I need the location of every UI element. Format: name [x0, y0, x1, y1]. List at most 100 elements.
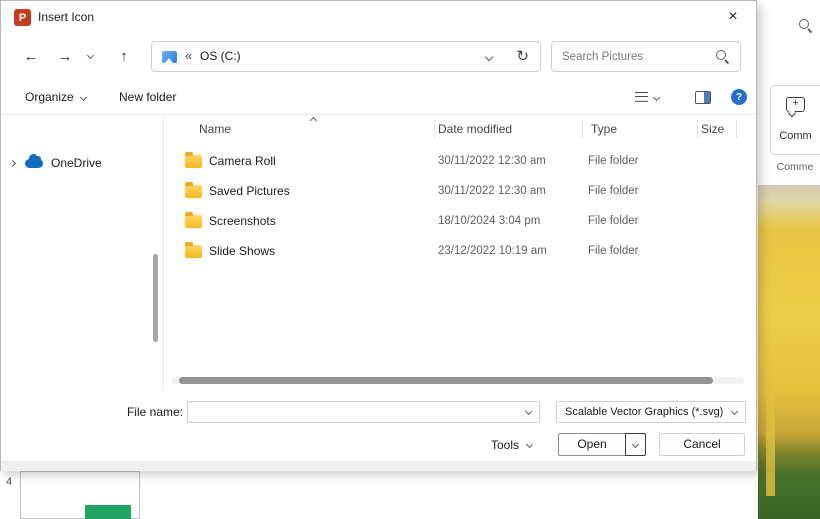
- chevron-down-icon: [79, 93, 87, 101]
- file-name-input[interactable]: [188, 402, 518, 422]
- file-date: 30/11/2022 12:30 am: [438, 155, 546, 167]
- search-icon: [716, 50, 730, 64]
- close-button[interactable]: ×: [710, 1, 756, 33]
- close-icon: ×: [728, 8, 738, 25]
- file-date: 18/10/2024 3:04 pm: [438, 215, 541, 227]
- folder-icon: [185, 212, 202, 228]
- dialog-bottom-strip: [1, 461, 756, 471]
- dialog-title: Insert Icon: [38, 10, 95, 24]
- column-divider: [736, 120, 737, 138]
- sidebar-item-onedrive[interactable]: OneDrive: [1, 151, 163, 175]
- refresh-icon[interactable]: ↻: [516, 46, 529, 68]
- file-row[interactable]: Camera Roll 30/11/2022 12:30 am File fol…: [165, 146, 758, 176]
- file-type-select[interactable]: Scalable Vector Graphics (*.svg): [556, 401, 746, 423]
- command-bar: Organize New folder ?: [1, 80, 756, 115]
- file-list: Name Date modified Type Size Camera Roll…: [165, 115, 758, 391]
- folder-icon: [185, 242, 202, 258]
- chevron-down-icon: [652, 93, 661, 101]
- dialog-body: OneDrive Name Date modified Type Size Ca…: [1, 115, 756, 391]
- navigation-pane: OneDrive: [1, 115, 164, 391]
- file-date: 23/12/2022 10:19 am: [438, 245, 547, 257]
- navigation-bar: ← → ↑ « OS (C:) ↻: [1, 33, 756, 80]
- new-comment-button[interactable]: Comm: [770, 85, 820, 155]
- ribbon-background: Comm Comme: [758, 0, 820, 519]
- folder-icon: [185, 152, 202, 168]
- file-name-dropdown-chevron[interactable]: [524, 407, 533, 416]
- tools-menu[interactable]: Tools: [491, 433, 534, 456]
- column-divider: [697, 120, 698, 138]
- slide-thumbnail[interactable]: [20, 471, 140, 519]
- photo-detail: [766, 385, 775, 496]
- open-label: Open: [577, 437, 607, 451]
- file-name: Slide Shows: [209, 244, 276, 258]
- file-rows: Camera Roll 30/11/2022 12:30 am File fol…: [165, 146, 758, 266]
- column-headers: Name Date modified Type Size: [165, 115, 758, 143]
- new-folder-button[interactable]: New folder: [119, 80, 176, 114]
- comments-group-label: Comme: [776, 161, 814, 173]
- search-box: [551, 41, 741, 72]
- file-type: File folder: [588, 215, 639, 227]
- file-type: File folder: [588, 185, 639, 197]
- dialog-footer: File name: Scalable Vector Graphics (*.s…: [1, 391, 756, 471]
- powerpoint-icon: P: [14, 9, 31, 26]
- help-button[interactable]: ?: [731, 89, 747, 105]
- view-options-button[interactable]: [635, 80, 661, 114]
- file-name: Camera Roll: [209, 154, 276, 168]
- column-header-size[interactable]: Size: [701, 115, 724, 143]
- powerpoint-window: Comm Comme 4 P Insert Icon × ← → ↑ « OS: [0, 0, 820, 519]
- tools-label: Tools: [491, 437, 520, 452]
- horizontal-scrollbar[interactable]: [171, 377, 744, 384]
- sidebar-scrollbar[interactable]: [153, 254, 158, 342]
- up-button[interactable]: ↑: [113, 45, 135, 67]
- file-row[interactable]: Screenshots 18/10/2024 3:04 pm File fold…: [165, 206, 758, 236]
- file-name-label: File name:: [126, 405, 183, 419]
- open-dropdown-button[interactable]: [625, 433, 646, 456]
- address-bar[interactable]: « OS (C:) ↻: [151, 41, 541, 72]
- back-button[interactable]: ←: [20, 45, 42, 67]
- folder-icon: [185, 182, 202, 198]
- help-icon: ?: [735, 91, 743, 103]
- column-header-type[interactable]: Type: [591, 115, 617, 143]
- preview-pane-button[interactable]: [695, 80, 711, 114]
- horizontal-scrollbar-thumb[interactable]: [179, 377, 713, 384]
- preview-pane-icon: [695, 90, 711, 104]
- new-comment-label: Comm: [779, 130, 812, 142]
- column-header-date[interactable]: Date modified: [438, 115, 512, 143]
- column-header-name[interactable]: Name: [199, 115, 231, 143]
- pictures-icon: [162, 51, 177, 63]
- insert-icon-dialog: P Insert Icon × ← → ↑ « OS (C:) ↻ Or: [0, 0, 757, 471]
- chevron-down-icon: [631, 440, 640, 449]
- search-input[interactable]: [552, 42, 710, 71]
- file-name: Saved Pictures: [209, 184, 290, 198]
- onedrive-label: OneDrive: [51, 156, 102, 170]
- address-dropdown-chevron[interactable]: [484, 52, 494, 62]
- breadcrumb-collapse[interactable]: «: [185, 48, 192, 63]
- chevron-down-icon: [730, 407, 739, 416]
- forward-button[interactable]: →: [54, 45, 76, 67]
- file-type-value: Scalable Vector Graphics (*.svg): [565, 406, 724, 418]
- comment-icon: [786, 97, 805, 112]
- file-row[interactable]: Saved Pictures 30/11/2022 12:30 am File …: [165, 176, 758, 206]
- expand-chevron-icon[interactable]: [8, 159, 17, 167]
- slide-photo: [758, 185, 820, 519]
- recent-locations-chevron[interactable]: [86, 51, 95, 60]
- onedrive-icon: [25, 153, 43, 168]
- new-folder-label: New folder: [119, 90, 177, 104]
- dialog-titlebar: P Insert Icon ×: [1, 1, 756, 33]
- file-row[interactable]: Slide Shows 23/12/2022 10:19 am File fol…: [165, 236, 758, 266]
- search-icon: [799, 19, 813, 33]
- file-date: 30/11/2022 12:30 am: [438, 185, 546, 197]
- open-button[interactable]: Open: [558, 433, 646, 456]
- organize-menu[interactable]: Organize: [25, 80, 87, 114]
- cancel-button[interactable]: Cancel: [659, 433, 745, 456]
- breadcrumb-drive[interactable]: OS (C:): [200, 42, 241, 71]
- column-divider: [582, 120, 583, 138]
- slide-number: 4: [6, 476, 13, 488]
- column-divider: [434, 120, 435, 138]
- powerpoint-icon-letter: P: [18, 11, 27, 24]
- organize-label: Organize: [25, 90, 74, 104]
- ribbon-search-button[interactable]: [794, 14, 818, 38]
- thumbnail-content: [85, 505, 131, 519]
- file-type: File folder: [588, 155, 639, 167]
- cancel-label: Cancel: [683, 437, 721, 451]
